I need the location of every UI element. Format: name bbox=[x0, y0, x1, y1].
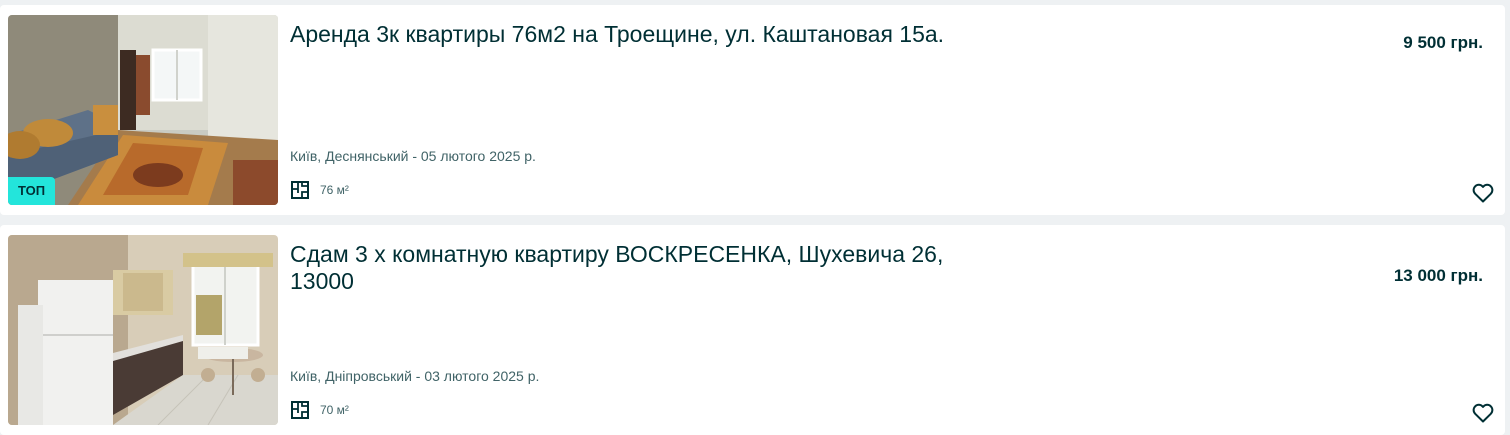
heart-icon bbox=[1472, 403, 1494, 423]
listing-price: 9 500 грн. bbox=[1403, 33, 1483, 52]
area-plan-icon bbox=[290, 180, 310, 200]
listing-title[interactable]: Аренда 3к квартиры 76м2 на Троещине, ул.… bbox=[290, 21, 1010, 48]
heart-icon bbox=[1472, 183, 1494, 203]
listing-photo[interactable]: ТОП bbox=[8, 15, 278, 205]
listing-location-date: Київ, Деснянський - 05 лютого 2025 р. bbox=[290, 148, 536, 164]
area-plan-icon bbox=[290, 400, 310, 420]
listing-price: 13 000 грн. bbox=[1393, 266, 1483, 285]
listing-title[interactable]: Сдам 3 х комнатную квартиру ВОСКРЕСЕНКА,… bbox=[290, 241, 1010, 295]
listing-area: 70 м² bbox=[290, 400, 349, 420]
listing-area-value: 70 м² bbox=[320, 403, 349, 417]
favorite-button[interactable] bbox=[1469, 179, 1497, 207]
kitchen-photo-image bbox=[8, 235, 278, 425]
listing-area: 76 м² bbox=[290, 180, 349, 200]
listing-location-date: Київ, Дніпровський - 03 лютого 2025 р. bbox=[290, 368, 540, 384]
listing-card[interactable]: ТОП Аренда 3к квартиры 76м2 на Троещине,… bbox=[0, 5, 1505, 215]
top-badge: ТОП bbox=[8, 177, 56, 205]
favorite-button[interactable] bbox=[1469, 399, 1497, 427]
listing-photo[interactable] bbox=[8, 235, 278, 425]
listing-card[interactable]: Сдам 3 х комнатную квартиру ВОСКРЕСЕНКА,… bbox=[0, 225, 1505, 435]
listing-area-value: 76 м² bbox=[320, 183, 349, 197]
